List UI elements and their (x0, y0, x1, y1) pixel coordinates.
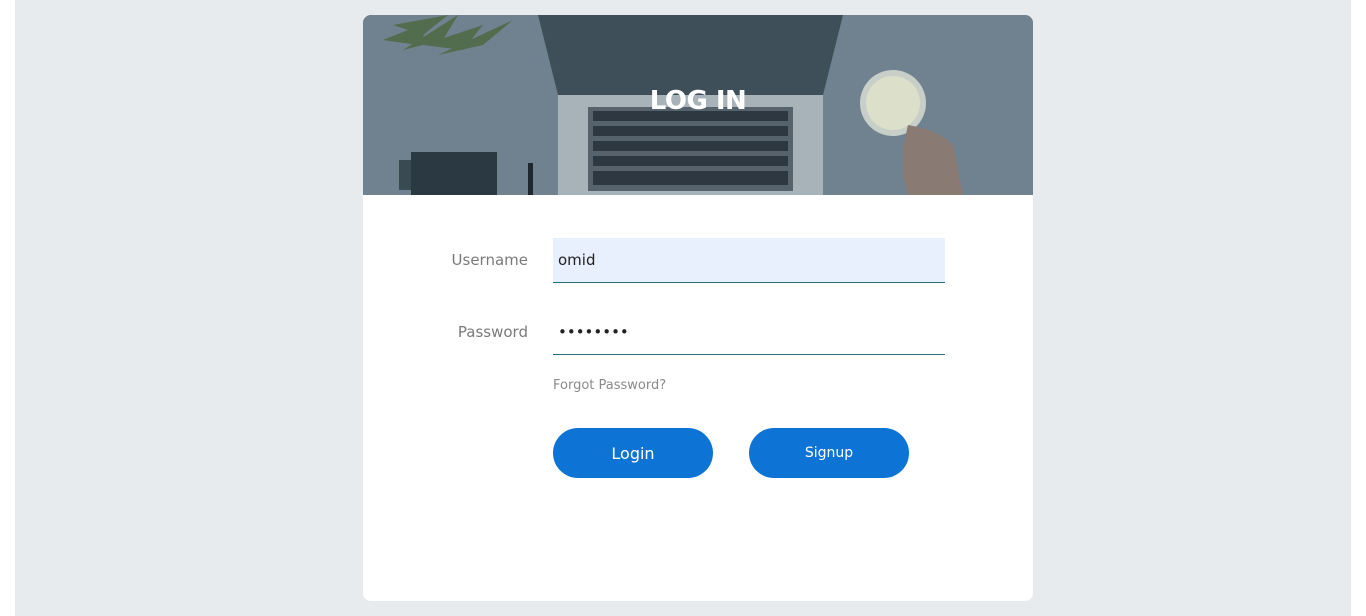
page-title: LOG IN (649, 86, 747, 116)
login-button[interactable]: Login (553, 428, 713, 478)
username-label: Username (451, 251, 528, 269)
password-input[interactable] (553, 310, 945, 355)
page-background: LOG IN Username Password Forgot Password… (15, 0, 1351, 616)
password-label: Password (457, 323, 528, 341)
username-input[interactable] (553, 238, 945, 283)
signup-button[interactable]: Signup (749, 428, 909, 478)
hero-banner: LOG IN (363, 15, 1033, 195)
forgot-password-link[interactable]: Forgot Password? (553, 378, 666, 393)
login-card: LOG IN Username Password Forgot Password… (363, 15, 1033, 601)
